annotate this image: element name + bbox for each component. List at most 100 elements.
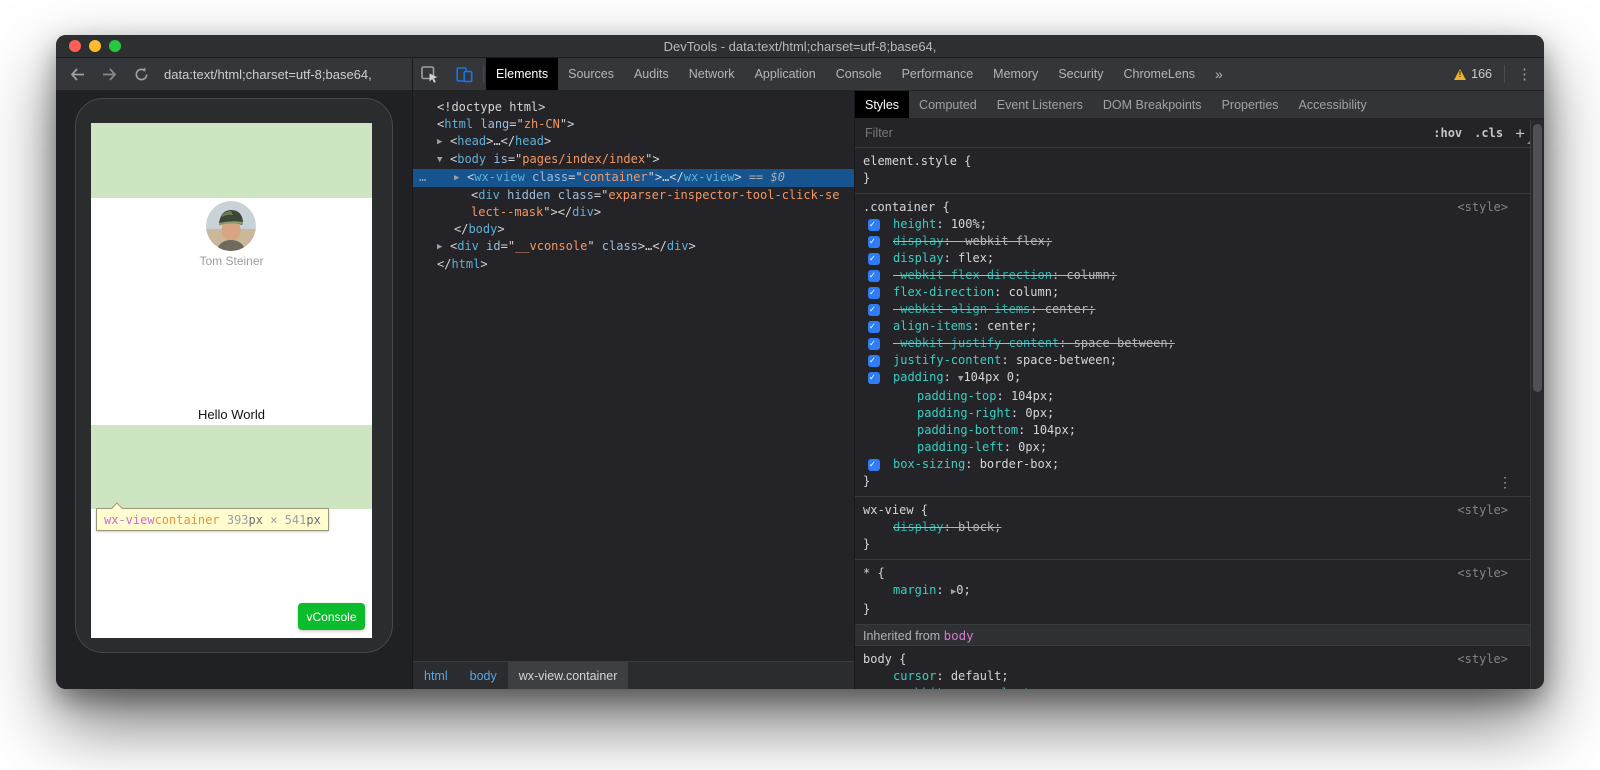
rule-selector[interactable]: wx-view { (855, 502, 1530, 519)
style-source-link[interactable]: <style> (1457, 199, 1508, 216)
dom-node-body-open[interactable]: ▼<body is="pages/index/index"> (413, 151, 854, 169)
property-checkbox[interactable] (868, 219, 880, 231)
devtools-tab-memory[interactable]: Memory (983, 58, 1048, 90)
devtools-menu-icon[interactable]: ⋮ (1507, 58, 1544, 90)
expand-arrow-icon[interactable]: ▶ (437, 134, 450, 151)
devtools-tab-console[interactable]: Console (826, 58, 892, 90)
more-tabs-button[interactable]: » (1205, 58, 1233, 90)
devtools-toolbar: ElementsSourcesAuditsNetworkApplicationC… (413, 58, 1544, 91)
green-band-bottom (91, 425, 372, 509)
back-icon[interactable] (68, 66, 86, 82)
browser-viewport: Tom Steiner Hello World wx-viewcontainer… (56, 91, 412, 689)
css-property-cursor[interactable]: cursor: default; (855, 668, 1530, 685)
toggle-cls-button[interactable]: .cls (1474, 126, 1503, 140)
warning-count: 166 (1471, 67, 1492, 81)
expand-arrow-icon[interactable]: ▼ (437, 152, 450, 169)
css-property-display[interactable]: display: flex; (855, 250, 1530, 267)
property-checkbox[interactable] (868, 338, 880, 350)
device-screen[interactable]: Tom Steiner Hello World wx-viewcontainer… (91, 123, 372, 638)
sidebar-tab-styles[interactable]: Styles (855, 91, 909, 118)
expand-arrow-icon[interactable]: ▶ (454, 170, 467, 187)
property-checkbox[interactable] (868, 304, 880, 316)
avatar (206, 201, 256, 251)
styles-filter-input[interactable] (865, 126, 1421, 140)
styles-rules-list: element.style {}.container {<style>heigh… (855, 148, 1544, 689)
dom-node-doctype[interactable]: <!doctype html> (413, 99, 854, 116)
property-checkbox[interactable] (868, 372, 880, 384)
css-property-display[interactable]: display: block; (855, 519, 1530, 536)
property-checkbox[interactable] (868, 287, 880, 299)
vconsole-button[interactable]: vConsole (298, 603, 365, 630)
dom-node-wx-view[interactable]: …▶<wx-view class="container">…</wx-view>… (413, 169, 854, 187)
rule-selector[interactable]: body { (855, 651, 1530, 668)
css-property--webkit-user-select[interactable]: -webkit-user-select: none; (855, 685, 1530, 689)
sidebar-tab-dom-breakpoints[interactable]: DOM Breakpoints (1093, 91, 1212, 118)
breadcrumb-html[interactable]: html (413, 662, 459, 689)
rule-menu-icon[interactable]: ⋮ (1498, 475, 1512, 492)
rule-wx-view: wx-view {<style>display: block;} (855, 496, 1530, 559)
inherited-from-body-link[interactable]: body (944, 628, 974, 643)
rule-selector[interactable]: element.style { (855, 153, 1530, 170)
devtools-tab-elements[interactable]: Elements (486, 58, 558, 90)
property-checkbox[interactable] (868, 236, 880, 248)
devtools-tab-application[interactable]: Application (745, 58, 826, 90)
css-property-display[interactable]: display: -webkit-flex; (855, 233, 1530, 250)
css-property--webkit-flex-direction[interactable]: -webkit-flex-direction: column; (855, 267, 1530, 284)
property-checkbox[interactable] (868, 355, 880, 367)
node-menu-dots[interactable]: … (419, 169, 426, 186)
css-property-box-sizing[interactable]: box-sizing: border-box; (855, 456, 1530, 473)
breadcrumb-wx-view-container[interactable]: wx-view.container (508, 662, 629, 689)
dom-node-html-close[interactable]: </html> (413, 256, 854, 273)
devtools-tab-network[interactable]: Network (679, 58, 745, 90)
window-titlebar[interactable]: DevTools - data:text/html;charset=utf-8;… (56, 35, 1544, 58)
css-property-padding[interactable]: padding: ▼104px 0; (855, 369, 1530, 388)
css-property-padding-top[interactable]: padding-top: 104px; (855, 388, 1530, 405)
reload-icon[interactable] (132, 66, 150, 82)
sidebar-tab-accessibility[interactable]: Accessibility (1289, 91, 1377, 118)
css-property-padding-right[interactable]: padding-right: 0px; (855, 405, 1530, 422)
toggle-hov-button[interactable]: :hov (1433, 126, 1462, 140)
devtools-tab-sources[interactable]: Sources (558, 58, 624, 90)
expand-arrow-icon[interactable]: ▶ (437, 239, 450, 256)
devtools-tab-performance[interactable]: Performance (892, 58, 984, 90)
forward-icon[interactable] (100, 66, 118, 82)
rule-selector[interactable]: .container { (855, 199, 1530, 216)
dom-node-body-close[interactable]: </body> (413, 221, 854, 238)
css-property--webkit-align-items[interactable]: -webkit-align-items: center; (855, 301, 1530, 318)
dom-node-head[interactable]: ▶<head>…</head> (413, 133, 854, 151)
dom-node-vconsole-div[interactable]: ▶<div id="__vconsole" class>…</div> (413, 238, 854, 256)
css-property-flex-direction[interactable]: flex-direction: column; (855, 284, 1530, 301)
rule-selector[interactable]: * { (855, 565, 1530, 582)
style-source-link[interactable]: <style> (1457, 502, 1508, 519)
sidebar-tab-event-listeners[interactable]: Event Listeners (987, 91, 1093, 118)
devtools-tab-security[interactable]: Security (1048, 58, 1113, 90)
style-source-link[interactable]: <style> (1457, 651, 1508, 668)
property-checkbox[interactable] (868, 459, 880, 471)
address-bar[interactable]: data:text/html;charset=utf-8;base64, (164, 67, 372, 82)
sidebar-tab-computed[interactable]: Computed (909, 91, 987, 118)
style-source-link[interactable]: <style> (1457, 565, 1508, 582)
dom-node-mask-div[interactable]: <div hidden class="exparser-inspector-to… (413, 187, 854, 221)
property-checkbox[interactable] (868, 321, 880, 333)
new-style-rule-button[interactable]: + (1515, 125, 1530, 142)
devtools-tab-audits[interactable]: Audits (624, 58, 679, 90)
device-toolbar-icon[interactable] (447, 58, 481, 90)
css-property-align-items[interactable]: align-items: center; (855, 318, 1530, 335)
css-property-padding-left[interactable]: padding-left: 0px; (855, 439, 1530, 456)
devtools-tab-chromelens[interactable]: ChromeLens (1113, 58, 1205, 90)
css-property-padding-bottom[interactable]: padding-bottom: 104px; (855, 422, 1530, 439)
dom-node-html-open[interactable]: <html lang="zh-CN"> (413, 116, 854, 133)
css-property--webkit-justify-content[interactable]: -webkit-justify-content: space-between; (855, 335, 1530, 352)
inspect-element-icon[interactable] (413, 58, 447, 90)
warning-badge[interactable]: 166 (1444, 58, 1502, 90)
breadcrumb-body[interactable]: body (459, 662, 508, 689)
styles-scrollbar-thumb[interactable] (1533, 124, 1542, 392)
css-property-height[interactable]: height: 100%; (855, 216, 1530, 233)
styles-scrollbar[interactable] (1530, 120, 1544, 689)
property-checkbox[interactable] (868, 253, 880, 265)
property-checkbox[interactable] (868, 270, 880, 282)
css-property-margin[interactable]: margin: ▶0; (855, 582, 1530, 601)
sidebar-tab-properties[interactable]: Properties (1212, 91, 1289, 118)
css-property-justify-content[interactable]: justify-content: space-between; (855, 352, 1530, 369)
avatar-name-label: Tom Steiner (91, 254, 372, 268)
